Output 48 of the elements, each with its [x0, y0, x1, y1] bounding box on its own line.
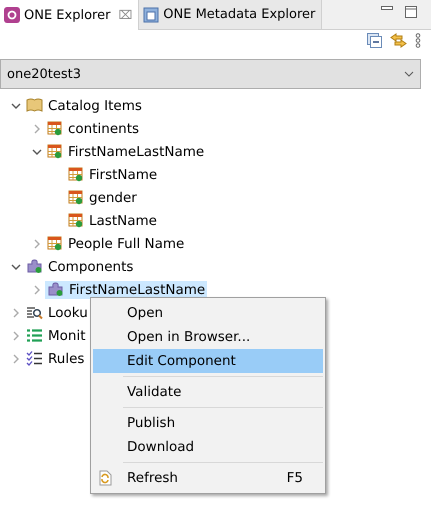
- app-logo-icon: [4, 7, 20, 23]
- menu-item[interactable]: Edit Component: [93, 349, 323, 373]
- minimize-icon[interactable]: [381, 6, 393, 10]
- tree-item[interactable]: Monit: [24, 326, 88, 344]
- tree-item[interactable]: gender: [66, 188, 139, 206]
- collapse-all-icon[interactable]: [367, 33, 382, 48]
- close-icon[interactable]: ⌧: [118, 8, 132, 22]
- menu-item[interactable]: Open in Browser...: [93, 325, 323, 349]
- maximize-icon[interactable]: [405, 6, 417, 18]
- puzzle-icon: [26, 259, 43, 274]
- checklist-icon: [26, 351, 43, 366]
- tree-item[interactable]: Components: [24, 258, 136, 276]
- table-icon: [47, 236, 63, 251]
- tab[interactable]: ONE Metadata Explorer: [139, 0, 322, 30]
- list-magnifier-icon: [26, 305, 43, 320]
- calculator-icon: [143, 6, 160, 22]
- chevron-down-icon[interactable]: [11, 262, 21, 272]
- chevron-down-icon[interactable]: [11, 100, 21, 110]
- tree-item[interactable]: Catalog Items: [24, 96, 144, 114]
- table-icon: [68, 213, 84, 228]
- refresh-icon: [98, 470, 112, 486]
- book-icon: [26, 98, 43, 113]
- menu-item[interactable]: Refresh F5: [93, 466, 323, 490]
- table-icon: [68, 190, 84, 205]
- table-icon: [68, 167, 84, 182]
- menu-item[interactable]: Publish: [93, 411, 323, 435]
- tree-item[interactable]: FirstNameLastName: [45, 280, 208, 298]
- project-dropdown[interactable]: one20test3: [0, 59, 421, 89]
- chevron-down-icon: [404, 71, 414, 77]
- table-icon: [47, 144, 63, 159]
- tree-item[interactable]: FirstNameLastName: [45, 142, 206, 160]
- more-icon[interactable]: [415, 33, 421, 48]
- menu-item[interactable]: Open: [93, 301, 323, 325]
- tree-item[interactable]: Rules: [24, 350, 86, 368]
- tree-item[interactable]: People Full Name: [45, 234, 186, 252]
- table-icon: [47, 121, 63, 136]
- puzzle-icon: [47, 282, 64, 297]
- tab[interactable]: ONE Explorer ⌧: [0, 0, 140, 30]
- shortcut-label: F5: [286, 470, 303, 486]
- tree-item[interactable]: FirstName: [66, 166, 160, 184]
- sync-arrows-icon[interactable]: [390, 33, 407, 48]
- menu-item[interactable]: Validate: [93, 380, 323, 404]
- chevron-down-icon[interactable]: [32, 146, 42, 156]
- menu-item[interactable]: Download: [93, 435, 323, 459]
- list-icon: [26, 328, 43, 343]
- tree-item[interactable]: continents: [45, 120, 142, 138]
- tree-item[interactable]: Looku: [24, 304, 90, 322]
- tree-item[interactable]: LastName: [66, 212, 159, 230]
